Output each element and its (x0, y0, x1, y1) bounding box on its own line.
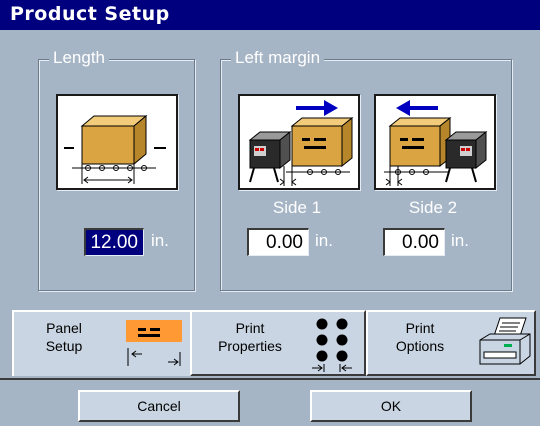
length-unit: in. (151, 231, 169, 250)
left-margin-group-label: Left margin (231, 48, 325, 68)
tab-print-options-line1: Print (405, 320, 435, 336)
tab-print-options-line2: Options (395, 338, 445, 354)
printer-right-side2-icon (374, 94, 496, 190)
box-length-icon (56, 94, 178, 190)
tab-panel-setup[interactable]: Panel Setup (12, 310, 190, 376)
tab-print-options[interactable]: Print Options (366, 310, 536, 376)
length-group-label: Length (49, 48, 109, 68)
tab-print-properties-line1: Print (235, 320, 265, 336)
side1-margin-input[interactable]: 0.00 (247, 228, 309, 256)
product-setup-window: Product Setup Length 12.00 in. Left marg… (0, 0, 540, 426)
side1-unit: in. (315, 231, 333, 250)
side1-label: Side 1 (272, 198, 322, 217)
printer-icon (479, 317, 531, 365)
side2-unit: in. (451, 231, 469, 250)
print-properties-icon (312, 318, 352, 372)
title-bar: Product Setup (0, 0, 540, 30)
panel-setup-icon (126, 320, 182, 366)
window-title: Product Setup (10, 3, 170, 25)
printer-left-side1-icon (238, 94, 360, 190)
tab-print-properties[interactable]: Print Properties (190, 310, 366, 376)
length-input[interactable]: 12.00 (84, 228, 144, 256)
tab-panel-setup-line1: Panel (46, 320, 82, 336)
tab-separator (0, 378, 540, 380)
tab-print-properties-line2: Properties (218, 338, 282, 354)
cancel-button[interactable]: Cancel (78, 390, 240, 422)
ok-button[interactable]: OK (310, 390, 472, 422)
side2-margin-input[interactable]: 0.00 (383, 228, 445, 256)
tab-panel-setup-line2: Setup (45, 338, 83, 354)
side2-label: Side 2 (408, 198, 458, 217)
